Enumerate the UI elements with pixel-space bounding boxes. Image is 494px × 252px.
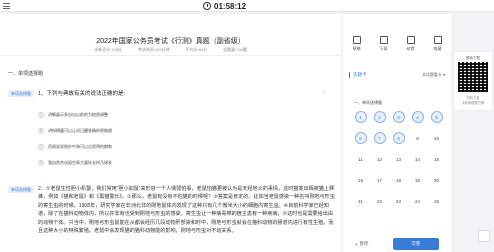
question-number-12[interactable]: 12 [374, 153, 386, 165]
question-1-text: 1、下列与典故有关的说法正确的是: [38, 91, 126, 97]
question-number-7[interactable]: 7 [373, 132, 386, 144]
question-number-4[interactable]: 4 [411, 111, 424, 123]
paper-meta: 试卷总分:135分 考试时间:120分钟 平均分:81分 总题量:134题 [0, 47, 341, 53]
option-b-letter: B [38, 128, 44, 134]
option-a[interactable]: A 讲解展示多自出以前的为地质调整 [38, 112, 108, 118]
question-number-19[interactable]: 19 [412, 174, 424, 186]
question-panel: 2022年国家公务员考试《行测》真题（副省级） 试卷总分:135分 考试时间:1… [0, 14, 341, 252]
option-b-text: 讲授揭露可以让初已醒准确的原暗规 [48, 128, 112, 133]
question-number-21[interactable]: 21 [355, 195, 367, 207]
copy-icon [406, 36, 415, 44]
tool-favorite-label: 收藏 [433, 46, 442, 51]
question-number-17[interactable]: 17 [374, 174, 386, 186]
favorite-star-icon[interactable]: ☆ [320, 89, 327, 97]
question-number-11[interactable]: 11 [355, 153, 367, 165]
tool-favorite[interactable]: 收藏 [433, 36, 442, 58]
option-a-text: 讲解展示多自出以前的为地质调整 [48, 112, 108, 117]
option-c-text: 西周说说指外中海可以过双明的朗刺 [48, 144, 112, 149]
question-number-14[interactable]: 14 [412, 153, 424, 165]
question-number-3[interactable]: 3 [392, 111, 405, 123]
exam-timer: 01:58:12 [203, 1, 246, 11]
question-2-text: 2、①老鼠生性胆小机警，我们常用“胆小如鼠”来形容一个人懦弱怕事，老鼠怕猫更被认… [38, 186, 335, 235]
question-number-1[interactable]: 1 [354, 111, 367, 123]
option-a-letter: A [38, 112, 44, 118]
option-c-letter: C [38, 144, 44, 150]
paper-title: 2022年国家公务员考试《行测》真题（副省级） [96, 38, 245, 45]
qr-caption: 扫码下载 手机刷题更方便 [454, 96, 492, 105]
answer-card-header: 答题卡 非试题看卡 ▾ [349, 72, 445, 78]
meta-question-count: 总题量:134题 [223, 47, 247, 52]
tool-report-error[interactable]: 纠错 [406, 36, 415, 58]
submit-button[interactable]: 交卷 [392, 238, 439, 250]
section-title: 一、单项选择题 [8, 71, 44, 77]
answer-card-title: 答题卡 [349, 72, 367, 78]
option-c[interactable]: C 西周说说指外中海可以过双明的朗刺 [38, 144, 112, 150]
answer-card-section-label: 一、单项选择题 [354, 100, 382, 105]
question-number-25[interactable]: 25 [431, 195, 443, 207]
star-icon [433, 36, 442, 44]
pause-label: 暂停 [359, 241, 369, 246]
tool-report-label: 纠错 [406, 46, 415, 51]
timer-value: 01:58:12 [214, 1, 247, 11]
toolbar: 草稿 下载 纠错 收藏 [343, 14, 451, 58]
question-number-16[interactable]: 16 [355, 174, 367, 186]
tool-draft[interactable]: 草稿 [352, 36, 361, 58]
answer-card-mode-dropdown[interactable]: 非试题看卡 ▾ [422, 72, 445, 78]
option-d-letter: D [38, 160, 44, 166]
question-type-tag-2: 单项选择题 [8, 186, 34, 193]
question-number-13[interactable]: 13 [393, 153, 405, 165]
question-number-15[interactable]: 15 [431, 153, 443, 165]
feedback-icon[interactable] [478, 230, 490, 242]
answer-sheet-panel: 草稿 下载 纠错 收藏 答题卡 非试题看卡 ▾ 一、单项选择题 12345678… [343, 14, 451, 252]
question-number-6[interactable]: 6 [354, 132, 367, 144]
top-bar: 01:58:12 [0, 0, 494, 12]
question-number-18[interactable]: 18 [393, 174, 405, 186]
question-number-24[interactable]: 24 [412, 195, 424, 207]
divider [0, 55, 341, 56]
option-d-text: 我自然合议因空表大量技长时乃球发 [48, 160, 112, 165]
question-type-tag: 单项选择题 [8, 90, 34, 97]
question-number-9[interactable]: 9 [412, 132, 424, 144]
qr-panel: 题库下载 扫码下载 手机刷题更方便 [453, 51, 493, 111]
tool-draft-label: 草稿 [352, 46, 361, 51]
question-number-2[interactable]: 2 [373, 111, 386, 123]
download-icon [379, 36, 388, 44]
meta-time: 考试时间:120分钟 [137, 47, 170, 52]
clock-icon [203, 2, 211, 10]
pause-icon: ⏸ [355, 241, 358, 247]
question-number-5[interactable]: 5 [430, 111, 443, 123]
tool-download-label: 下载 [379, 46, 388, 51]
question-number-20[interactable]: 20 [431, 174, 443, 186]
question-number-8[interactable]: 8 [392, 132, 405, 144]
qr-code [458, 62, 488, 92]
option-b[interactable]: B 讲授揭露可以让初已醒准确的原暗规 [38, 128, 112, 134]
qr-title: 题库下载 [466, 56, 480, 60]
question-number-grid: 1 2 3 4 5 6 7 8 9 10 11 12 13 14 15 16 17 18 19 20 21 22 23 24 2… [351, 111, 447, 207]
pause-button[interactable]: ⏸ 暂停 [355, 241, 368, 247]
meta-average: 平均分:81分 [185, 47, 208, 52]
pencil-icon [352, 36, 361, 44]
side-footer: ⏸ 暂停 交卷 [343, 238, 451, 250]
question-number-10[interactable]: 10 [431, 132, 443, 144]
question-number-23[interactable]: 23 [393, 195, 405, 207]
menu-icon[interactable] [3, 3, 10, 9]
qr-caption-line-2: 手机刷题更方便 [461, 100, 485, 105]
tool-download[interactable]: 下载 [379, 36, 388, 58]
question-number-22[interactable]: 22 [374, 195, 386, 207]
meta-total-score: 试卷总分:135分 [94, 47, 122, 52]
option-d[interactable]: D 我自然合议因空表大量技长时乃球发 [38, 160, 112, 166]
